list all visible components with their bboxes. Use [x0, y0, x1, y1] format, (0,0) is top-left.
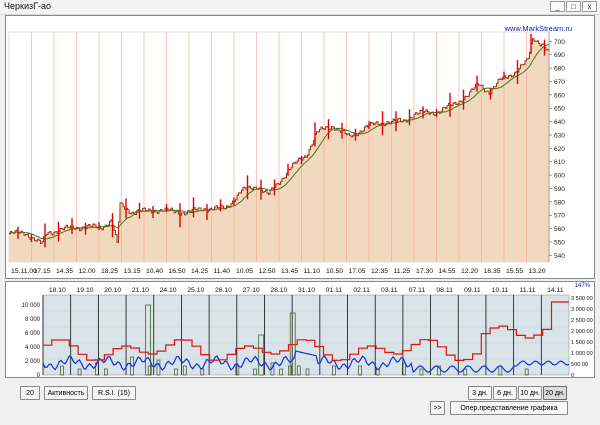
y-tick-label-8: 620 [554, 146, 565, 153]
left-tick-label-3: 4 000 [25, 345, 41, 351]
scale-label: 147% [574, 283, 590, 289]
date-tick-label-17: 11.11 [519, 287, 535, 294]
price-chart-svg: 700 690 680 670 660 650 640 630 620 610 600 590 580 5… [8, 31, 565, 275]
date-tick-label-6: 26.10 [215, 287, 232, 294]
x-tick-label-16: 12.35 [371, 268, 388, 275]
x-tick-label-21: 18.35 [484, 268, 501, 275]
brand-link[interactable]: www.MarkStream.ru [504, 24, 572, 33]
x-tick-label-2: 14.35 [56, 268, 73, 275]
scroll-right-button[interactable]: >> [430, 401, 445, 415]
date-tick-label-8: 28.10 [270, 287, 287, 294]
indicator-chart[interactable]: 18.10 19.10 20.10 21.10 24.10 25.10 26.10 27.10… [5, 281, 595, 378]
date-tick-label-10: 01.11 [326, 287, 343, 294]
x-tick-label-1: 17.15 [34, 268, 51, 275]
date-tick-label-14: 08.11 [436, 287, 453, 294]
date-tick-label-13: 07.11 [409, 287, 426, 294]
y-tick-label-0: 700 [554, 39, 565, 46]
date-tick-label-5: 25.10 [187, 287, 204, 294]
x-tick-label-19: 14.55 [439, 268, 456, 275]
range-button-6d[interactable]: 6 дн. [493, 386, 517, 400]
x-tick-label-12: 13.45 [281, 268, 298, 275]
right-tick-label-4: 1 500 00 [571, 340, 593, 346]
x-tick-label-10: 10.05 [236, 268, 253, 275]
rsi-button[interactable]: R.S.I. (15) [92, 386, 136, 400]
y-tick-label-3: 670 [554, 79, 565, 86]
date-tick-label-18: 14.11 [547, 287, 564, 294]
chart-view-button[interactable]: Опер.представление графика [450, 401, 568, 415]
maximize-button[interactable]: □ [566, 1, 581, 12]
date-tick-label-7: 27.10 [243, 287, 260, 294]
x-tick-label-3: 12.00 [79, 268, 96, 275]
right-tick-label-1: 3 000 00 [571, 307, 593, 313]
date-tick-label-11: 02.11 [353, 287, 370, 294]
date-tick-label-16: 10.11 [492, 287, 509, 294]
y-tick-label-1: 690 [554, 52, 565, 59]
x-tick-label-7: 16.50 [169, 268, 186, 275]
left-tick-label-5: 0 [37, 373, 41, 377]
x-tick-label-13: 11.10 [304, 268, 321, 275]
date-tick-label-3: 21.10 [132, 287, 149, 294]
x-tick-label-20: 12.20 [461, 268, 478, 275]
x-tick-label-23: 13.20 [529, 268, 546, 275]
y-tick-label-13: 570 [554, 213, 565, 220]
y-tick-label-10: 600 [554, 173, 565, 180]
window-title: ЧеркизГ-ао [4, 1, 51, 11]
period-input[interactable]: 20 [20, 386, 40, 400]
y-tick-label-7: 630 [554, 132, 565, 139]
date-tick-label-4: 24.10 [160, 287, 177, 294]
date-tick-label-12: 03.11 [381, 287, 398, 294]
x-tick-label-22: 15.55 [506, 268, 523, 275]
indicator-chart-svg: 18.10 19.10 20.10 21.10 24.10 25.10 26.10 27.10… [22, 287, 593, 377]
y-tick-label-11: 590 [554, 186, 565, 193]
right-tick-label-5: 1 000 00 [571, 351, 593, 357]
minimize-button[interactable]: _ [550, 1, 565, 12]
activity-button[interactable]: Активность [44, 386, 88, 400]
date-tick-label-2: 20.10 [104, 287, 121, 294]
left-tick-label-2: 6 000 [25, 331, 41, 337]
y-tick-label-16: 540 [554, 253, 565, 260]
range-button-20d[interactable]: 20 дн. [543, 386, 567, 400]
close-button[interactable]: x [582, 1, 597, 12]
left-tick-label-4: 2 000 [25, 359, 41, 365]
y-tick-label-15: 550 [554, 239, 565, 246]
x-tick-label-14: 10.50 [326, 268, 343, 275]
date-tick-label-0: 18.10 [49, 287, 66, 294]
indicator-plot-frame [42, 294, 570, 376]
x-tick-label-8: 14.25 [191, 268, 208, 275]
right-tick-label-2: 2 500 00 [571, 318, 593, 324]
y-tick-label-14: 560 [554, 226, 565, 233]
window-controls: _ □ x [550, 1, 597, 12]
y-tick-label-2: 680 [554, 66, 565, 73]
date-tick-label-1: 19.10 [77, 287, 94, 294]
date-tick-label-15: 09.11 [464, 287, 481, 294]
x-tick-label-9: 11.40 [214, 268, 231, 275]
right-tick-label-0: 3 500 00 [571, 296, 593, 302]
y-tick-label-5: 650 [554, 106, 565, 113]
date-tick-label-9: 31.10 [298, 287, 315, 294]
left-tick-label-1: 8 000 [25, 317, 41, 323]
x-tick-label-15: 17.05 [349, 268, 366, 275]
x-tick-label-17: 11.25 [394, 268, 411, 275]
x-tick-label-4: 18.25 [101, 268, 118, 275]
y-tick-label-4: 660 [554, 92, 565, 99]
left-tick-label-0: 10 000 [22, 303, 41, 309]
right-tick-label-7: 0 [571, 373, 574, 377]
x-tick-label-6: 10.40 [146, 268, 163, 275]
title-bar: ЧеркизГ-ао _ □ x [0, 0, 600, 15]
y-tick-label-6: 640 [554, 119, 565, 126]
x-tick-label-5: 13.15 [124, 268, 141, 275]
range-button-3d[interactable]: 3 дн. [468, 386, 492, 400]
x-tick-label-18: 17.30 [416, 268, 433, 275]
price-chart[interactable]: 700 690 680 670 660 650 640 630 620 610 600 590 580 5… [5, 15, 595, 279]
y-tick-label-12: 580 [554, 199, 565, 206]
right-tick-label-3: 2 000 00 [571, 329, 593, 335]
range-button-10d[interactable]: 10 дн. [518, 386, 542, 400]
right-tick-label-6: 500 00 [571, 362, 588, 368]
y-tick-label-9: 610 [554, 159, 565, 166]
x-tick-label-11: 12.50 [259, 268, 276, 275]
